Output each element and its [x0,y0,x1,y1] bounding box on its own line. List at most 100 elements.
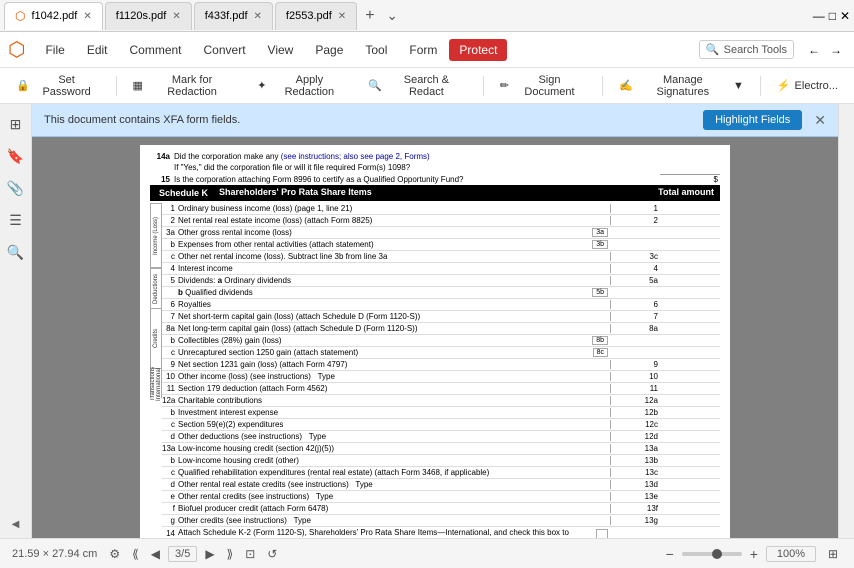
page-rotate-button[interactable]: ↺ [263,545,281,563]
menu-view[interactable]: View [258,39,304,61]
search-redact-button[interactable]: 🔍 Search & Redact [360,70,474,102]
table-row: 11 Section 179 deduction (attach Form 45… [162,383,720,395]
xfa-banner-close-button[interactable]: ✕ [814,112,826,129]
page-tools-button[interactable]: ⚙ [105,545,124,563]
highlight-fields-button[interactable]: Highlight Fields [703,110,802,130]
mark-icon: ▦ [132,79,142,92]
page-prev-prev-button[interactable]: ⟪ [128,545,143,563]
tab-close[interactable]: ✕ [172,11,180,22]
row-14a-num: 14a [150,152,170,161]
electronic-button[interactable]: ⚡ Electro... [769,75,846,96]
menu-page[interactable]: Page [305,39,353,61]
sidebar-icon-layers[interactable]: ☰ [4,208,28,232]
page-number-display: 3/5 [168,546,197,562]
tab-label: f1120s.pdf [116,10,167,22]
nav-back-button[interactable]: ← [804,41,824,59]
apply-redaction-button[interactable]: ✦ Apply Redaction [249,70,356,102]
table-row: 2 Net rental real estate income (loss) (… [162,215,720,227]
search-tools[interactable]: 🔍 Search Tools [699,40,794,59]
menu-file[interactable]: File [35,39,74,61]
tab-overflow-button[interactable]: ⌄ [383,8,402,24]
sign-icon: ✏ [500,79,509,92]
menu-convert[interactable]: Convert [194,39,256,61]
menu-tool[interactable]: Tool [355,39,397,61]
sidebar-collapse-arrow[interactable]: ◀ [12,519,20,530]
tab-f1120s[interactable]: f1120s.pdf ✕ [105,2,192,30]
add-tab-button[interactable]: + [359,7,380,25]
xfa-banner: This document contains XFA form fields. … [32,104,838,137]
page-prev-button[interactable]: ◀ [147,545,164,563]
tab-f1042[interactable]: ⬡ f1042.pdf ✕ [4,2,103,30]
table-row: c Qualified rehabilitation expenditures … [162,467,720,479]
set-password-button[interactable]: 🔒 Set Password [8,70,108,102]
main-layout: ⊞ 🔖 📎 ☰ 🔍 ◀ This document contains XFA f… [0,104,854,538]
sidebar-icon-search[interactable]: 🔍 [4,240,28,264]
checkbox-14[interactable] [596,529,608,538]
page-next-button[interactable]: ▶ [201,545,218,563]
row-14a-text: Did the corporation make any (see instru… [174,152,656,161]
menu-edit[interactable]: Edit [77,39,118,61]
menu-comment[interactable]: Comment [120,39,192,61]
xfa-banner-text: This document contains XFA form fields. [44,114,703,126]
schedule-k-title: Shareholders' Pro Rata Share Items [219,187,372,199]
menu-protect[interactable]: Protect [449,39,507,61]
fit-page-button[interactable]: ⊞ [824,545,842,563]
manage-signatures-button[interactable]: ✍ Manage Signatures ▼ [611,70,752,102]
zoom-level-display[interactable]: 100% [766,546,816,562]
search-redact-icon: 🔍 [368,79,382,92]
sign-document-button[interactable]: ✏ Sign Document [492,70,594,102]
table-row: 14 Attach Schedule K-2 (Form 1120-S), Sh… [162,527,720,538]
zoom-slider[interactable] [682,552,742,556]
title-bar: ⬡ f1042.pdf ✕ f1120s.pdf ✕ f433f.pdf ✕ f… [0,0,854,32]
sidebar-icon-attachments[interactable]: 📎 [4,176,28,200]
menu-bar: ⬡ File Edit Comment Convert View Page To… [0,32,854,68]
tab-icon: ⬡ [15,9,25,23]
table-row: c Unrecaptured section 1250 gain (attach… [162,347,720,359]
sidebar-icon-pages[interactable]: ⊞ [4,112,28,136]
tab-close[interactable]: ✕ [83,11,91,22]
document-area: This document contains XFA form fields. … [32,104,838,538]
page-fit-button[interactable]: ⊡ [241,545,259,563]
table-row: d Other deductions (see instructions) Ty… [162,431,720,443]
lock-icon: 🔒 [16,79,30,92]
menu-form[interactable]: Form [399,39,447,61]
schedule-k-label: Schedule K [156,187,211,199]
search-icon: 🔍 [706,43,720,56]
page-next-next-button[interactable]: ⟫ [223,545,238,563]
signatures-icon: ✍ [619,79,633,92]
dropdown-arrow-icon: ▼ [733,80,744,92]
left-sidebar: ⊞ 🔖 📎 ☰ 🔍 ◀ [0,104,32,538]
toolbar-separator [116,76,117,96]
status-bar: 21.59 × 27.94 cm ⚙ ⟪ ◀ 3/5 ▶ ⟫ ⊡ ↺ − + 1… [0,538,854,568]
table-row: b Qualified dividends 5b [162,287,720,299]
zoom-in-button[interactable]: + [750,546,758,562]
app-logo: ⬡ [8,37,25,62]
pdf-table-area: Income (Loss) Deductions Credits Interna… [150,203,720,538]
apply-icon: ✦ [257,79,266,92]
search-label: Search Tools [724,44,787,56]
table-row: 7 Net short-term capital gain (loss) (at… [162,311,720,323]
table-row: 13a Low-income housing credit (section 4… [162,443,720,455]
pdf-page: 14a Did the corporation make any (see in… [140,145,730,538]
toolbar: 🔒 Set Password ▦ Mark for Redaction ✦ Ap… [0,68,854,104]
tab-f433f[interactable]: f433f.pdf ✕ [194,2,273,30]
page-navigation: ⚙ ⟪ ◀ 3/5 ▶ ⟫ ⊡ ↺ [105,545,281,563]
maximize-button[interactable]: □ [829,9,836,23]
table-row: c Section 59(e)(2) expenditures 12c [162,419,720,431]
schedule-k-header: Schedule K Shareholders' Pro Rata Share … [150,185,720,201]
minimize-button[interactable]: — [813,9,825,23]
table-row: 9 Net section 1231 gain (loss) (attach F… [162,359,720,371]
tab-label: f2553.pdf [286,10,332,22]
row-14a-subtext: If "Yes," did the corporation file or wi… [174,163,720,172]
pdf-rows: 1 Ordinary business income (loss) (page … [162,203,720,538]
tab-close[interactable]: ✕ [254,11,262,22]
toolbar-separator-3 [602,76,603,96]
tab-close[interactable]: ✕ [338,11,346,22]
sidebar-icon-bookmarks[interactable]: 🔖 [4,144,28,168]
close-button[interactable]: ✕ [840,9,850,23]
tab-f2553[interactable]: f2553.pdf ✕ [275,2,357,30]
mark-redaction-button[interactable]: ▦ Mark for Redaction [124,70,245,102]
table-row: 1 Ordinary business income (loss) (page … [162,203,720,215]
nav-forward-button[interactable]: → [826,41,846,59]
zoom-out-button[interactable]: − [666,546,674,562]
